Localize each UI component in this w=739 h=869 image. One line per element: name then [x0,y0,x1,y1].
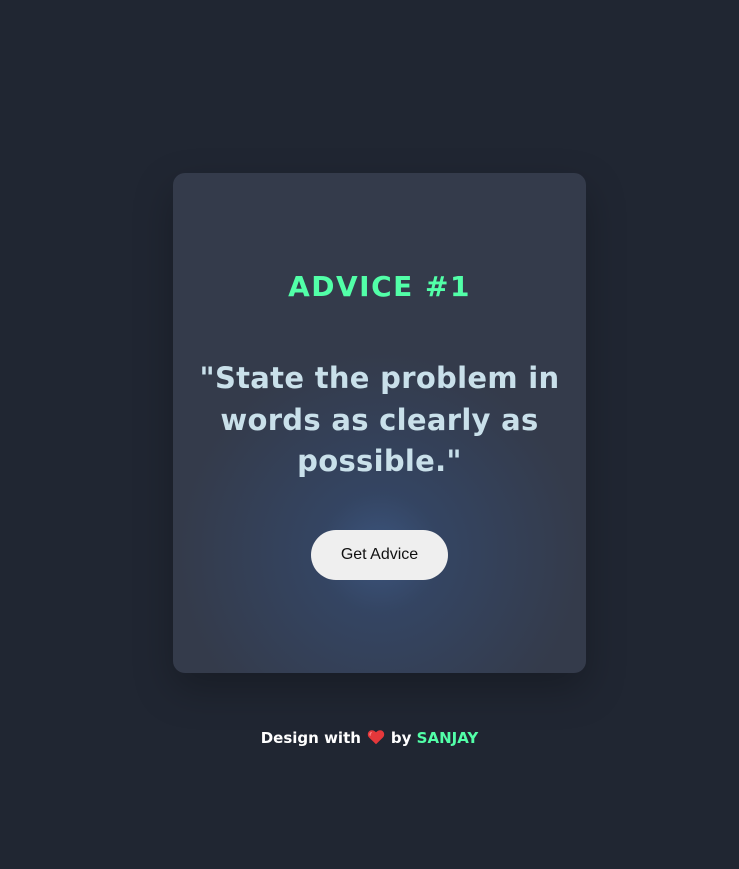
advice-quote: "State the problem in words as clearly a… [199,361,560,478]
page: ADVICE #1 "State the problem in words as… [0,0,739,869]
heart-icon [367,729,385,750]
author-name: SANJAY [416,729,479,747]
footer-credit: Design with by SANJAY [0,728,739,750]
footer-prefix: Design with [260,729,361,747]
advice-title: ADVICE #1 [288,270,471,303]
footer-by: by [390,729,412,747]
get-advice-button[interactable]: Get Advice [311,530,448,580]
advice-card: ADVICE #1 "State the problem in words as… [173,173,586,673]
